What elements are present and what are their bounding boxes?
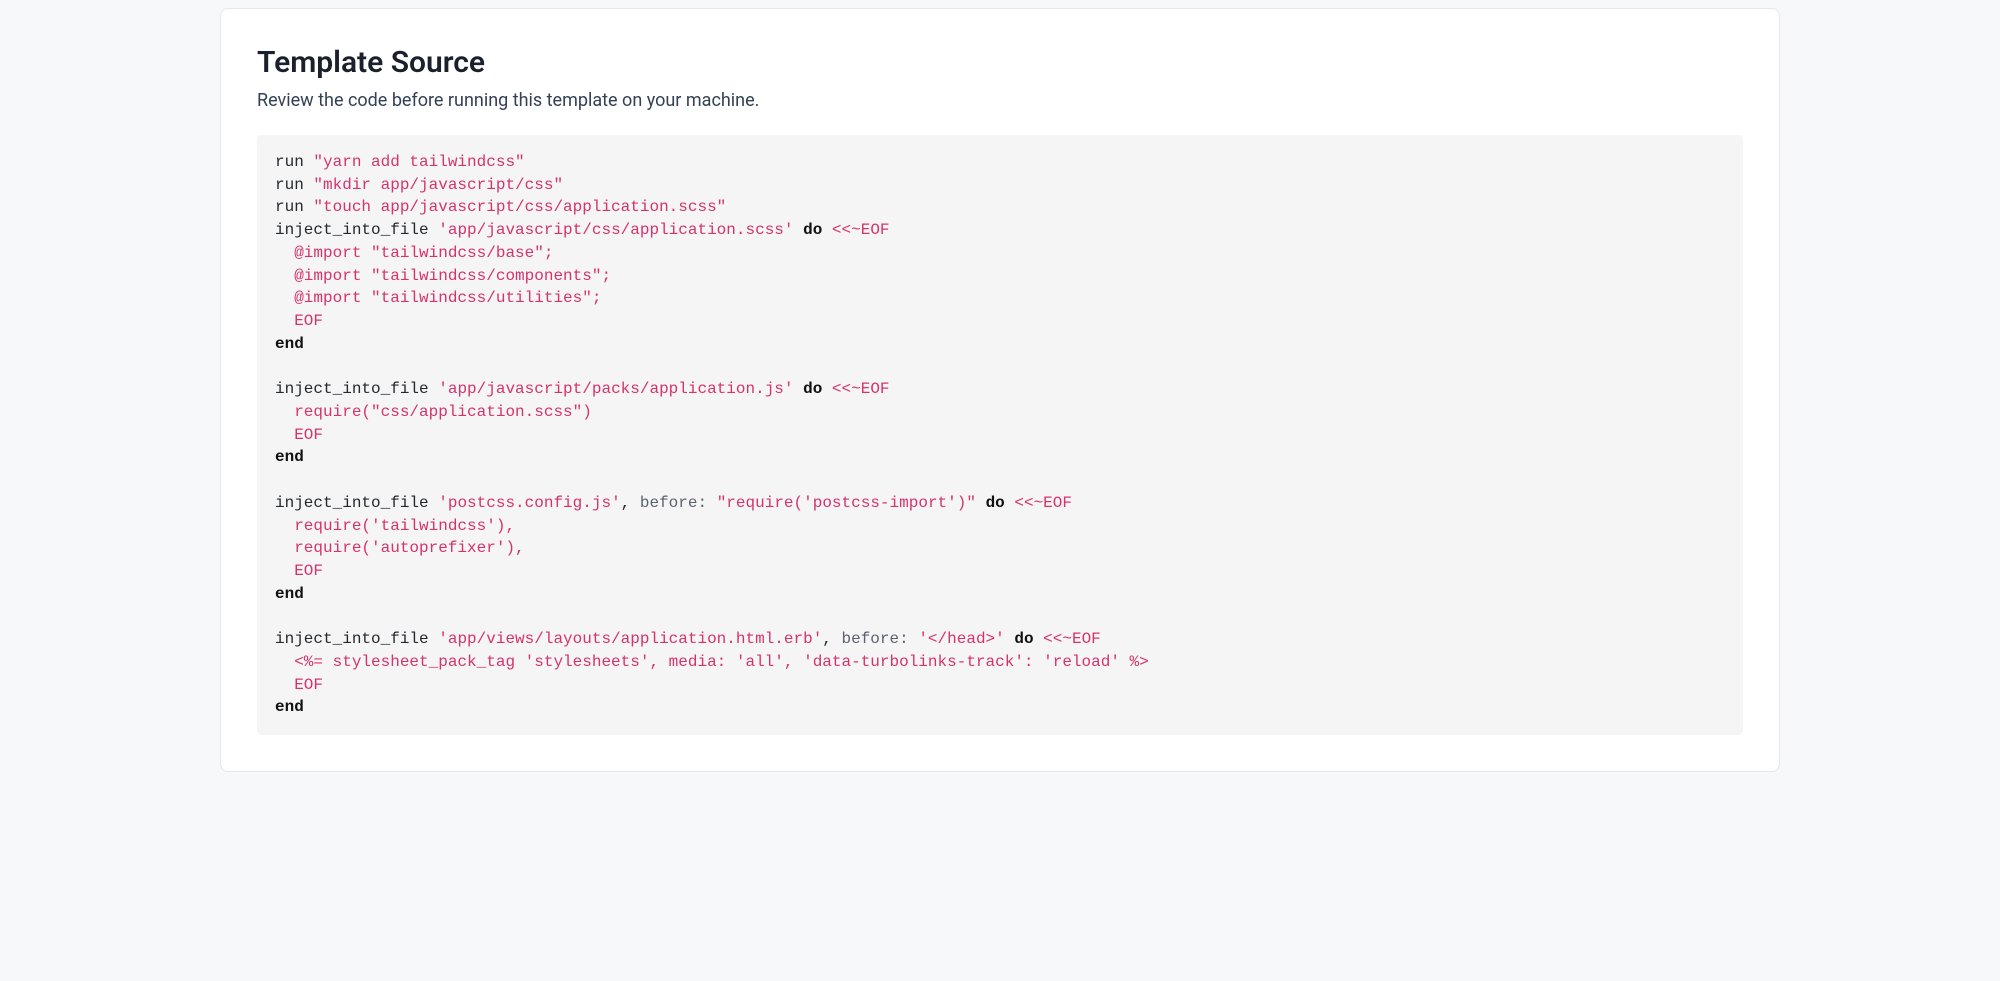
- template-source-code[interactable]: run "yarn add tailwindcss" run "mkdir ap…: [257, 135, 1743, 735]
- page-subtitle: Review the code before running this temp…: [257, 90, 1743, 111]
- template-source-card: Template Source Review the code before r…: [220, 8, 1780, 772]
- page-title: Template Source: [257, 45, 1743, 80]
